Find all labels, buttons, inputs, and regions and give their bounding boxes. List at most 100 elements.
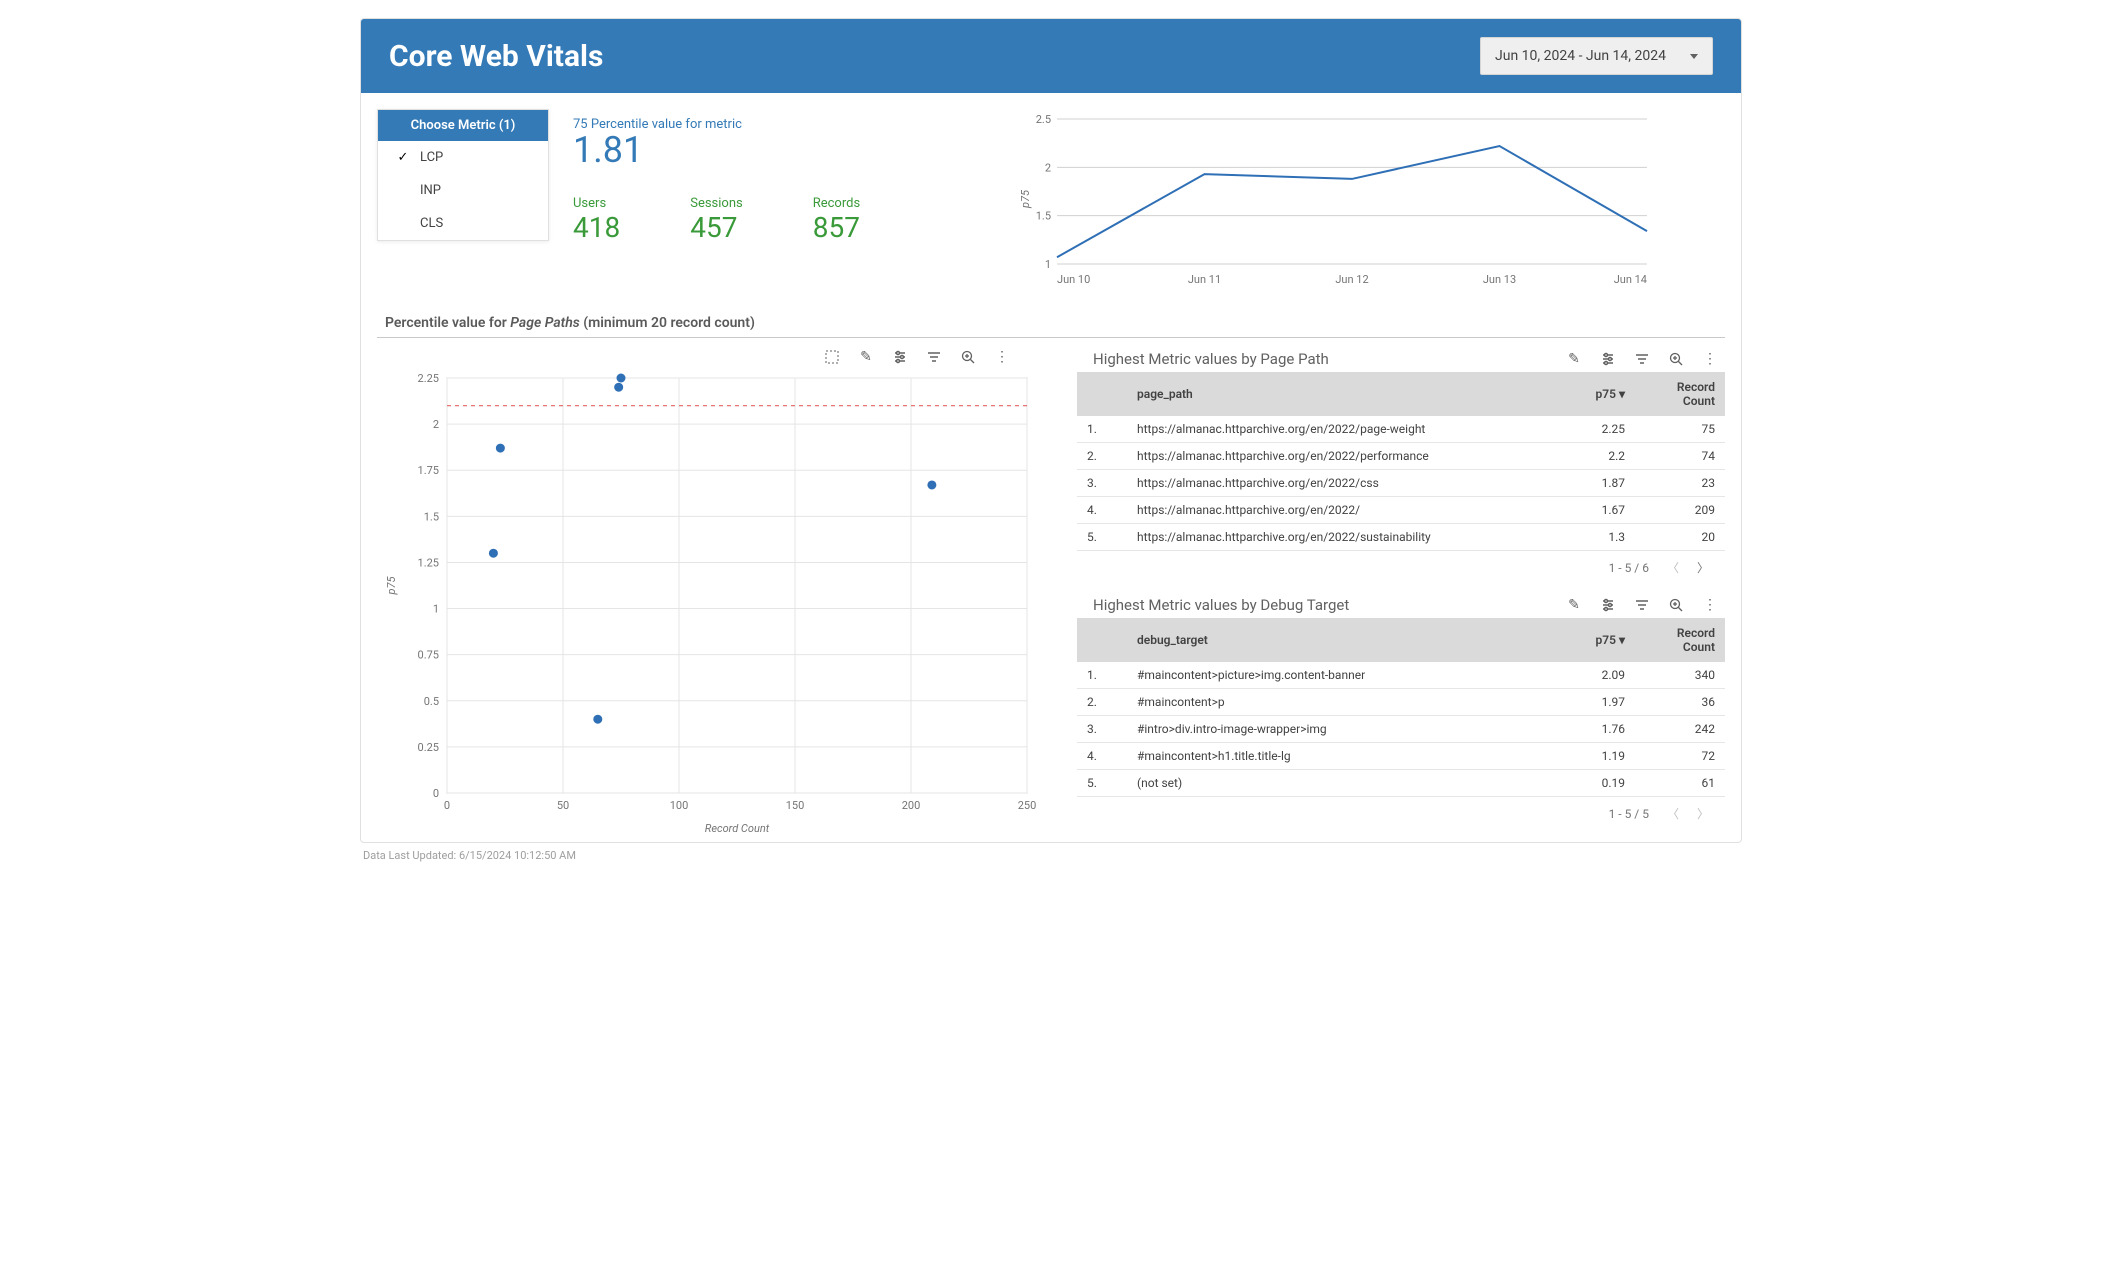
svg-text:0.75: 0.75	[418, 649, 439, 662]
svg-text:p75: p75	[1019, 189, 1032, 209]
zoom-icon[interactable]	[1667, 350, 1685, 368]
cell-index: 1.	[1077, 416, 1127, 443]
table-row[interactable]: 5.https://almanac.httparchive.org/en/202…	[1077, 524, 1725, 551]
debug-table-header-row: Highest Metric values by Debug Target ✎	[1077, 590, 1725, 618]
svg-text:Record Count: Record Count	[705, 822, 770, 835]
date-range-picker[interactable]: Jun 10, 2024 - Jun 14, 2024	[1480, 37, 1713, 75]
svg-text:Jun 10: Jun 10	[1057, 273, 1090, 286]
table-row[interactable]: 2.https://almanac.httparchive.org/en/202…	[1077, 443, 1725, 470]
cell-p75: 1.76	[1551, 716, 1635, 743]
tune-icon[interactable]	[1599, 596, 1617, 614]
svg-text:Jun 12: Jun 12	[1335, 273, 1368, 286]
percentile-value: 1.81	[573, 132, 993, 170]
zoom-icon[interactable]	[1667, 596, 1685, 614]
kpi-sessions: Sessions 457	[690, 196, 743, 244]
table-row[interactable]: 5.(not set)0.1961	[1077, 770, 1725, 797]
check-icon: ✓	[396, 150, 410, 165]
cell-count: 74	[1635, 443, 1725, 470]
col-page-path[interactable]: page_path	[1127, 372, 1566, 416]
scatter-toolbar: ✎ ⋮	[377, 344, 1017, 368]
cell-index: 2.	[1077, 689, 1127, 716]
svg-text:1.5: 1.5	[424, 510, 439, 523]
more-icon[interactable]: ⋮	[1701, 596, 1719, 614]
filter-icon[interactable]	[1633, 350, 1651, 368]
kpi-records-value: 857	[813, 211, 860, 244]
kpi-block: 75 Percentile value for metric 1.81 User…	[573, 109, 993, 244]
svg-text:2: 2	[1045, 161, 1051, 174]
path-table-toolbar: ✎ ⋮	[1559, 346, 1725, 370]
col-index	[1077, 372, 1127, 416]
col-record-count[interactable]: Record Count	[1635, 372, 1725, 416]
cell-main: https://almanac.httparchive.org/en/2022/	[1127, 497, 1566, 524]
svg-text:1: 1	[433, 603, 439, 616]
svg-text:1.25: 1.25	[418, 556, 439, 569]
cell-index: 3.	[1077, 470, 1127, 497]
pager-prev[interactable]: 〈	[1667, 559, 1679, 576]
tune-icon[interactable]	[891, 348, 909, 366]
zoom-icon[interactable]	[959, 348, 977, 366]
cell-p75: 2.25	[1566, 416, 1635, 443]
pager-prev[interactable]: 〈	[1667, 805, 1679, 822]
path-pager: 1 - 5 / 6 〈 〉	[1077, 551, 1725, 580]
svg-text:2: 2	[433, 418, 439, 431]
table-row[interactable]: 4.https://almanac.httparchive.org/en/202…	[1077, 497, 1725, 524]
cell-count: 72	[1635, 743, 1725, 770]
section-percentile-by-path-title: Percentile value for Page Paths (minimum…	[385, 315, 1725, 331]
table-row[interactable]: 2.#maincontent>p1.9736	[1077, 689, 1725, 716]
more-icon[interactable]: ⋮	[1701, 350, 1719, 368]
kpi-sessions-label: Sessions	[690, 196, 743, 211]
col-p75[interactable]: p75 ▾	[1566, 372, 1635, 416]
kpi-users: Users 418	[573, 196, 620, 244]
more-icon[interactable]: ⋮	[993, 348, 1011, 366]
cell-main: https://almanac.httparchive.org/en/2022/…	[1127, 470, 1566, 497]
kpi-users-label: Users	[573, 196, 620, 211]
svg-text:100: 100	[670, 799, 689, 812]
col-record-count[interactable]: Record Count	[1635, 618, 1725, 662]
cell-count: 75	[1635, 416, 1725, 443]
path-table: page_path p75 ▾ Record Count 1.https://a…	[1077, 372, 1725, 551]
svg-text:Jun 14: Jun 14	[1614, 273, 1647, 286]
scatter-chart: ✎ ⋮ 05010015020025000.250.50.7511.251.51…	[377, 344, 1017, 842]
kpi-users-value: 418	[573, 211, 620, 244]
edit-icon[interactable]: ✎	[1565, 596, 1583, 614]
report-container: Core Web Vitals Jun 10, 2024 - Jun 14, 2…	[360, 18, 1742, 843]
cell-main: #maincontent>h1.title.title-lg	[1127, 743, 1551, 770]
pager-next[interactable]: 〉	[1697, 559, 1709, 576]
table-row[interactable]: 3.https://almanac.httparchive.org/en/202…	[1077, 470, 1725, 497]
kpi-records-label: Records	[813, 196, 860, 211]
edit-icon[interactable]: ✎	[1565, 350, 1583, 368]
svg-text:50: 50	[557, 799, 569, 812]
metric-option-cls[interactable]: CLS	[378, 207, 548, 240]
metric-picker: Choose Metric (1) ✓LCPINPCLS	[377, 109, 549, 241]
cell-count: 242	[1635, 716, 1725, 743]
cell-index: 3.	[1077, 716, 1127, 743]
debug-table-title: Highest Metric values by Debug Target	[1093, 596, 1559, 614]
table-row[interactable]: 1.https://almanac.httparchive.org/en/202…	[1077, 416, 1725, 443]
svg-text:2.5: 2.5	[1036, 113, 1051, 126]
metric-option-label: CLS	[420, 216, 443, 231]
metric-option-inp[interactable]: INP	[378, 174, 548, 207]
table-row[interactable]: 4.#maincontent>h1.title.title-lg1.1972	[1077, 743, 1725, 770]
col-debug-target[interactable]: debug_target	[1127, 618, 1551, 662]
cell-index: 2.	[1077, 443, 1127, 470]
cell-index: 5.	[1077, 524, 1127, 551]
metric-option-lcp[interactable]: ✓LCP	[378, 141, 548, 174]
edit-icon[interactable]: ✎	[857, 348, 875, 366]
table-row[interactable]: 3.#intro>div.intro-image-wrapper>img1.76…	[1077, 716, 1725, 743]
table-row[interactable]: 1.#maincontent>picture>img.content-banne…	[1077, 662, 1725, 689]
cell-index: 5.	[1077, 770, 1127, 797]
svg-text:0.5: 0.5	[424, 695, 439, 708]
col-index	[1077, 618, 1127, 662]
cell-count: 340	[1635, 662, 1725, 689]
filter-icon[interactable]	[925, 348, 943, 366]
svg-text:250: 250	[1018, 799, 1037, 812]
tune-icon[interactable]	[1599, 350, 1617, 368]
filter-icon[interactable]	[1633, 596, 1651, 614]
cell-p75: 2.2	[1566, 443, 1635, 470]
col-p75[interactable]: p75 ▾	[1551, 618, 1635, 662]
path-table-header-row: Highest Metric values by Page Path ✎	[1077, 344, 1725, 372]
top-row: Choose Metric (1) ✓LCPINPCLS 75 Percenti…	[377, 109, 1725, 293]
select-icon[interactable]	[823, 348, 841, 366]
pager-next[interactable]: 〉	[1697, 805, 1709, 822]
cell-main: (not set)	[1127, 770, 1551, 797]
